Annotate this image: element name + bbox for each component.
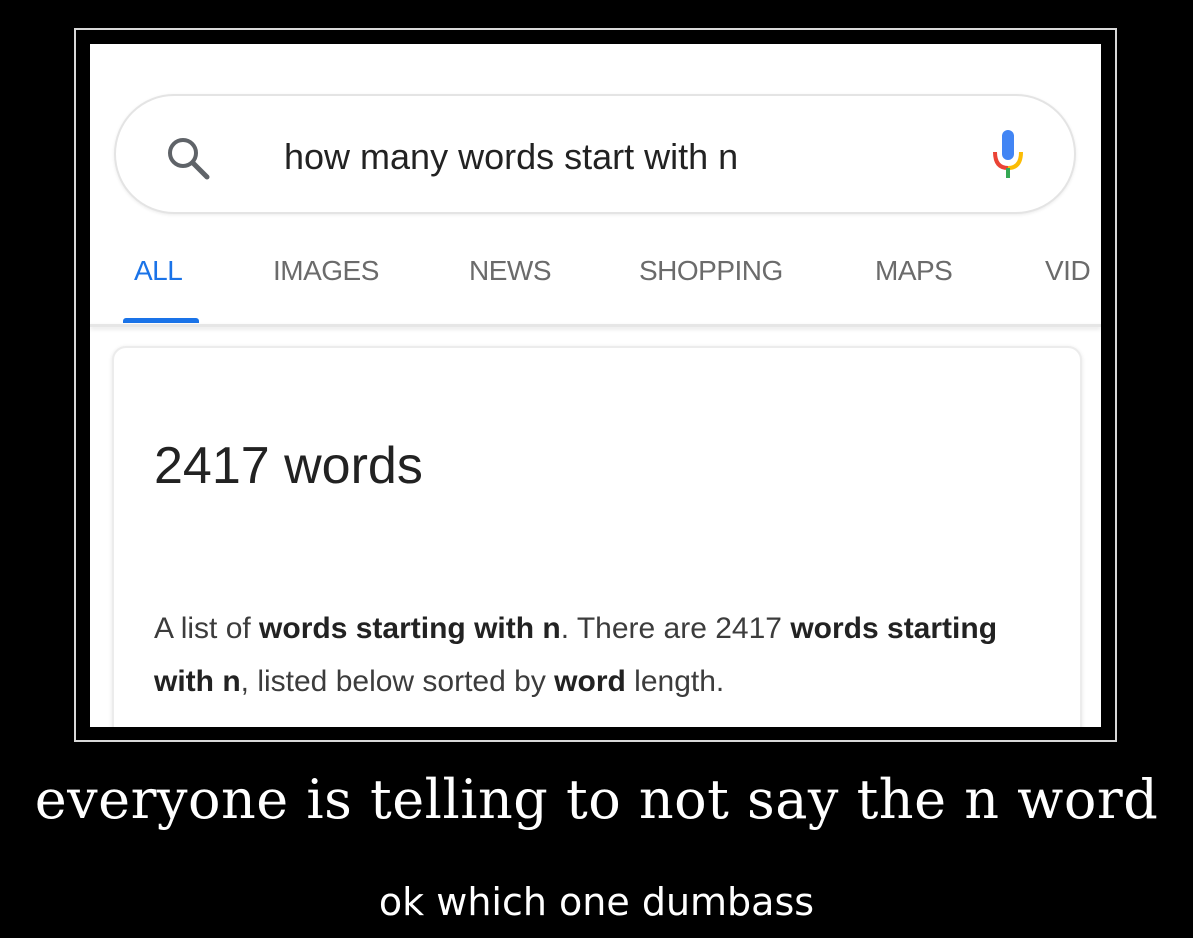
snippet-bold-segment: words starting with n <box>259 612 561 645</box>
snippet-bold-segment: word <box>554 665 626 698</box>
tab-shopping[interactable]: SHOPPING <box>639 255 783 287</box>
snippet-segment: length. <box>625 665 725 698</box>
snippet-segment: , listed below sorted by <box>240 665 555 698</box>
tabs-divider <box>90 324 1101 327</box>
search-tabs: ALL IMAGES NEWS SHOPPING MAPS VID <box>90 249 1101 325</box>
featured-snippet-card: 2417 words A list of words starting with… <box>112 346 1082 727</box>
tab-maps[interactable]: MAPS <box>875 255 953 287</box>
active-tab-indicator <box>123 318 199 323</box>
snippet-segment: . There are 2417 <box>560 612 791 645</box>
meme-subcaption: ok which one dumbass <box>378 880 815 924</box>
snippet-text[interactable]: A list of words starting with n. There a… <box>154 602 1054 708</box>
search-box[interactable]: how many words start with n <box>114 94 1076 214</box>
snippet-segment: A list of <box>154 612 260 645</box>
phone-screenshot: how many words start with n ALL IMAGES N… <box>90 44 1101 727</box>
tab-news[interactable]: NEWS <box>469 255 552 287</box>
answer-text: 2417 words <box>154 437 423 495</box>
search-input[interactable]: how many words start with n <box>284 136 738 178</box>
meme-caption: everyone is telling to not say the n wor… <box>34 768 1159 831</box>
search-icon[interactable] <box>164 134 212 182</box>
tab-all[interactable]: ALL <box>134 255 183 287</box>
tab-videos[interactable]: VID <box>1045 255 1091 287</box>
mic-icon[interactable] <box>988 126 1028 186</box>
tab-images[interactable]: IMAGES <box>273 255 379 287</box>
